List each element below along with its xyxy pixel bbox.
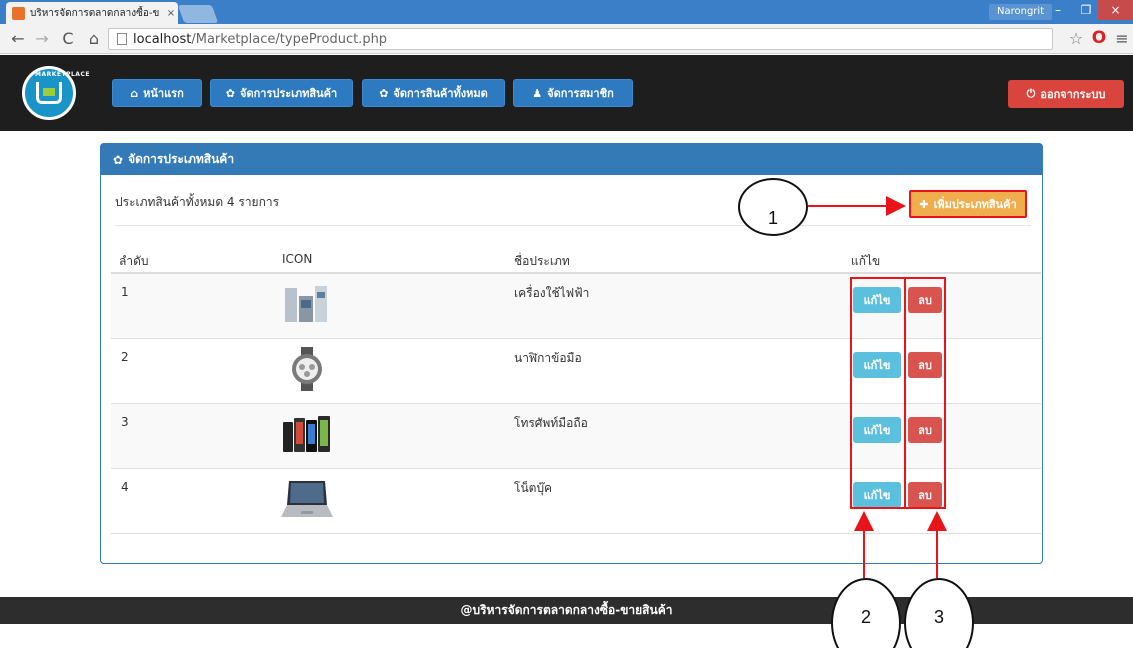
browser-menu-icon[interactable]: ≡ <box>1113 29 1131 48</box>
site-logo[interactable]: MARKETPLACE <box>22 66 89 120</box>
row-number: 4 <box>121 480 129 494</box>
laptop-icon <box>281 481 333 517</box>
total-count-text: ประเภทสินค้าทั้งหมด 4 รายการ <box>115 195 280 209</box>
browser-toolbar: ← → C ⌂ localhost/Marketplace/typeProduc… <box>0 24 1133 54</box>
divider <box>115 225 1031 226</box>
window-close-icon[interactable]: × <box>1098 0 1133 20</box>
type-name: โทรศัพท์มือถือ <box>514 416 588 430</box>
maximize-icon[interactable]: ❐ <box>1072 0 1100 20</box>
nav-manage-members-button[interactable]: ♟ จัดการสมาชิก <box>513 79 633 107</box>
column-header-edit: แก้ไข <box>851 254 881 268</box>
cart-icon <box>36 82 62 104</box>
row-number: 1 <box>121 285 129 299</box>
browser-tab-bar: บริหารจัดการตลาดกลางซื้อ-ข × Narongrit –… <box>0 0 1133 24</box>
row-number: 2 <box>121 350 129 364</box>
address-bar[interactable]: localhost/Marketplace/typeProduct.php <box>108 28 1053 50</box>
new-tab-button[interactable] <box>177 5 219 23</box>
edit-column-highlight <box>850 277 906 509</box>
nav-manage-members-label: จัดการสมาชิก <box>547 87 614 100</box>
column-header-name: ชื่อประเภท <box>514 254 570 268</box>
delete-column-highlight <box>904 277 946 509</box>
callout-1: 1 <box>738 178 808 236</box>
column-header-no: ลำดับ <box>119 254 149 268</box>
nav-home-label: หน้าแรก <box>143 87 184 100</box>
row-number: 3 <box>121 415 129 429</box>
window-user-badge: Narongrit <box>989 4 1053 20</box>
home-icon[interactable]: ⌂ <box>84 29 104 49</box>
nav-manage-products-label: จัดการสินค้าทั้งหมด <box>393 87 488 100</box>
reload-icon[interactable]: C <box>58 29 78 49</box>
callout-2: 2 <box>831 578 901 648</box>
nav-manage-products-button[interactable]: ✿ จัดการสินค้าทั้งหมด <box>362 79 505 107</box>
add-type-button[interactable]: ✚ เพิ่มประเภทสินค้า <box>909 190 1027 218</box>
panel-heading: ✿ จัดการประเภทสินค้า <box>101 144 1042 175</box>
tab-close-icon[interactable]: × <box>164 8 178 19</box>
column-header-icon: ICON <box>282 252 313 266</box>
power-icon: ⏻ <box>1026 87 1036 100</box>
gear-icon: ✿ <box>113 152 124 167</box>
gear-icon: ✿ <box>225 86 236 100</box>
plus-icon: ✚ <box>919 197 929 211</box>
watch-icon <box>292 347 322 391</box>
type-name: นาฬิกาข้อมือ <box>514 351 582 365</box>
opera-extension-icon[interactable]: O <box>1090 28 1108 48</box>
appliances-icon <box>285 286 327 322</box>
type-name: โน็ตบุ๊ค <box>514 481 553 495</box>
logo-text: MARKETPLACE <box>35 71 90 78</box>
callout-3: 3 <box>904 578 974 648</box>
url-path: /Marketplace/typeProduct.php <box>191 31 388 47</box>
logout-button[interactable]: ⏻ ออกจากระบบ <box>1008 80 1124 108</box>
favicon-icon <box>12 6 25 20</box>
add-type-label: เพิ่มประเภทสินค้า <box>933 198 1017 211</box>
back-arrow-icon[interactable]: ← <box>8 29 28 49</box>
app-navbar: MARKETPLACE ⌂ หน้าแรก ✿ จัดการประเภทสินค… <box>0 55 1133 131</box>
nav-manage-types-label: จัดการประเภทสินค้า <box>240 87 338 100</box>
gear-icon: ✿ <box>379 86 389 100</box>
bookmark-star-icon[interactable]: ☆ <box>1066 29 1086 48</box>
logout-label: ออกจากระบบ <box>1040 88 1106 101</box>
panel-title: จัดการประเภทสินค้า <box>128 152 235 166</box>
url-host: localhost <box>133 31 192 47</box>
forward-arrow-icon[interactable]: → <box>32 29 52 49</box>
home-icon: ⌂ <box>130 86 139 100</box>
minimize-icon[interactable]: – <box>1044 0 1072 20</box>
page-icon <box>117 33 127 45</box>
nav-manage-types-button[interactable]: ✿ จัดการประเภทสินค้า <box>210 79 353 107</box>
nav-home-button[interactable]: ⌂ หน้าแรก <box>112 79 202 107</box>
phones-icon <box>283 416 330 452</box>
browser-tab[interactable]: บริหารจัดการตลาดกลางซื้อ-ข × <box>6 2 178 24</box>
tab-title: บริหารจัดการตลาดกลางซื้อ-ข <box>30 7 160 19</box>
type-name: เครื่องใช้ไฟฟ้า <box>514 286 590 300</box>
user-icon: ♟ <box>532 86 543 100</box>
